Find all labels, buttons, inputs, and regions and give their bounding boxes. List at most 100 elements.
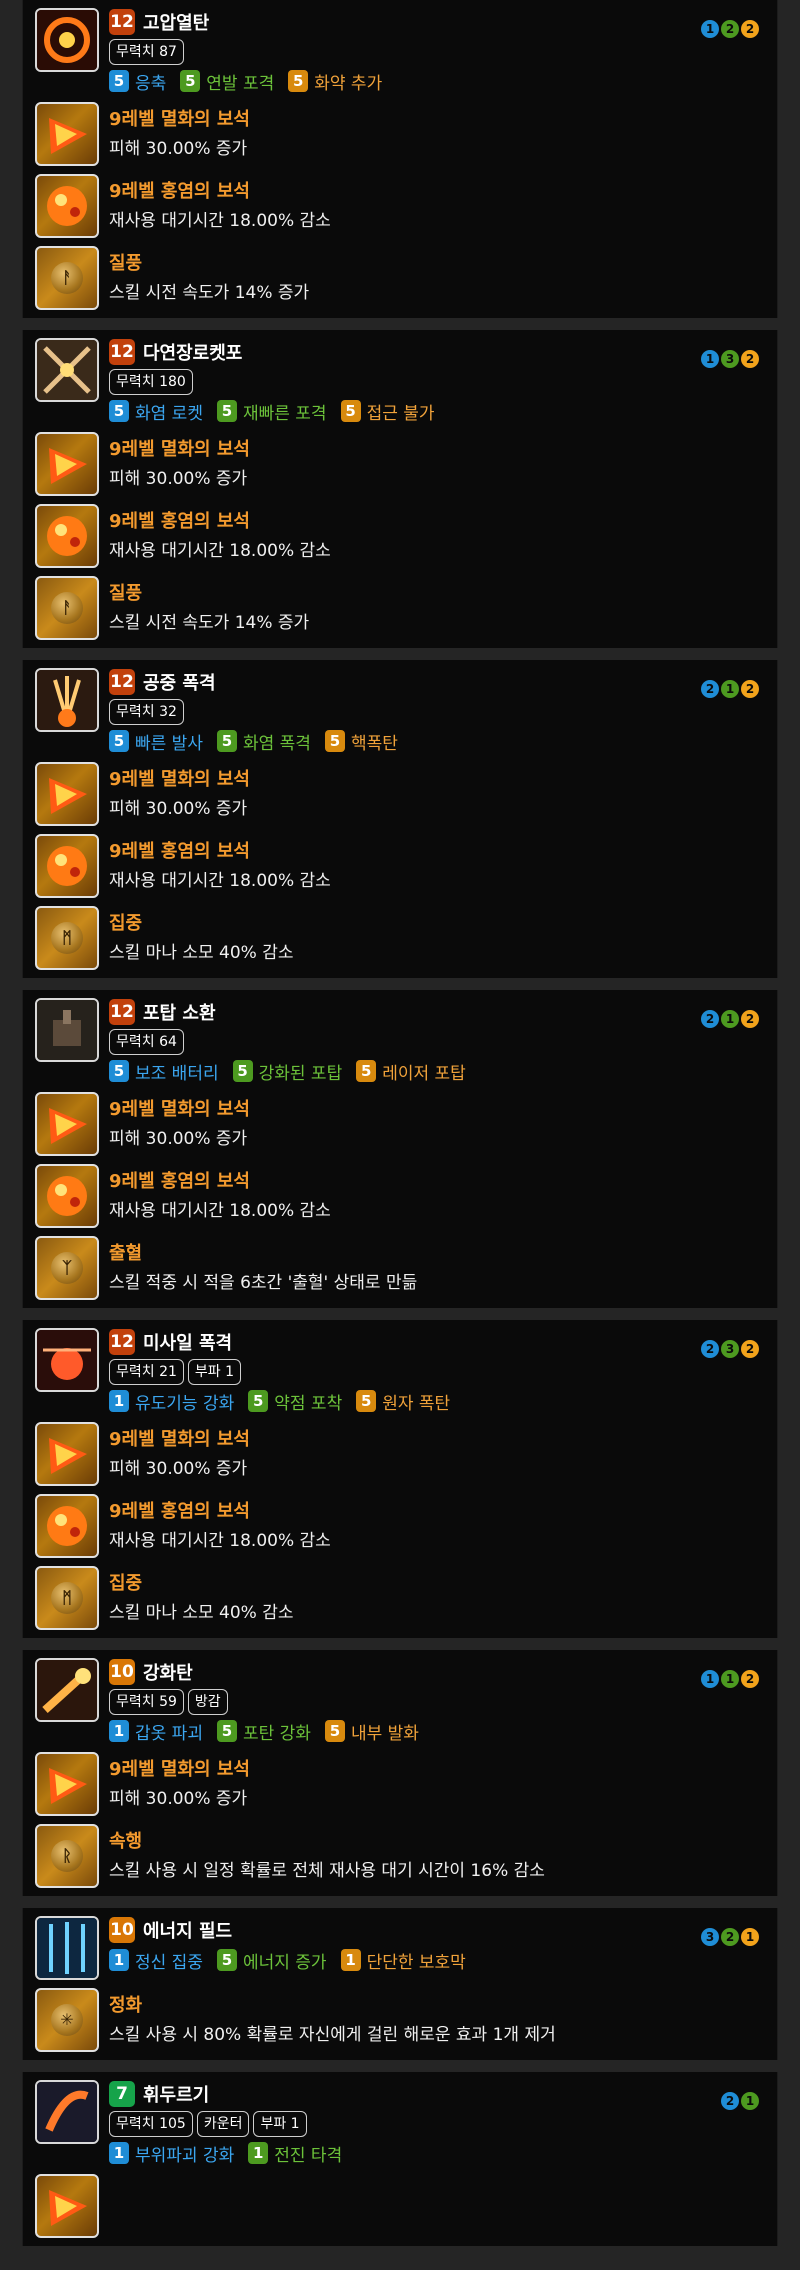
row-text: 집중 스킬 마나 소모 40% 감소 bbox=[109, 909, 765, 967]
row-description: 피해 30.00% 증가 bbox=[109, 1458, 248, 1479]
tripod[interactable]: 5 화염 폭격 bbox=[216, 729, 311, 754]
tripod[interactable]: 1 정신 집중 bbox=[109, 1948, 203, 1973]
tripod[interactable]: 5 원자 폭탄 bbox=[356, 1389, 450, 1414]
skill-card: 12 포탑 소환 무력치 64 5 보조 배터리 5 강화된 포탑 5 레이저 포탑 2 1 2 9레벨… bbox=[22, 990, 778, 1308]
tripod-slot-dot: 1 bbox=[701, 20, 719, 38]
tripod-level: 5 bbox=[340, 400, 361, 422]
row-title: 9레벨 멸화의 보석 bbox=[109, 438, 250, 460]
tripod-slot-dot: 1 bbox=[701, 350, 719, 368]
tripod-slot-dot: 1 bbox=[721, 1670, 739, 1688]
fire-gem-icon[interactable] bbox=[35, 1091, 99, 1156]
tripod[interactable]: 5 응축 bbox=[109, 69, 166, 94]
tripod-name: 부위파괴 강화 bbox=[135, 2145, 235, 2166]
tripod-level: 5 bbox=[216, 730, 237, 752]
rune-icon[interactable]: ᛉ bbox=[35, 1235, 99, 1300]
skill-tags: 무력치 59 방감 bbox=[109, 1689, 765, 1715]
tripod-slot-dot: 2 bbox=[721, 2092, 739, 2110]
tripod[interactable]: 5 레이저 포탑 bbox=[356, 1059, 466, 1084]
tripod[interactable]: 5 포탄 강화 bbox=[216, 1719, 311, 1744]
skill-info: 10 에너지 필드 1 정신 집중 5 에너지 증가 1 단단한 보호막 bbox=[109, 1916, 765, 1980]
tripod-slot-dot: 1 bbox=[721, 1010, 739, 1028]
row-description: 재사용 대기시간 18.00% 감소 bbox=[109, 1530, 331, 1551]
tripod-name: 강화된 포탑 bbox=[258, 1063, 343, 1084]
row-title: 출혈 bbox=[109, 1242, 143, 1264]
tripod-level: 1 bbox=[340, 1949, 361, 1971]
skill-card: 12 고압열탄 무력치 87 5 응축 5 연발 포격 5 화약 추가 1 2 2 9레벨 멸화의 보석… bbox=[22, 0, 778, 318]
red-gem-icon[interactable] bbox=[35, 173, 99, 238]
skill-icon[interactable] bbox=[35, 8, 99, 72]
skill-info: 7 휘두르기 무력치 105 카운터 부파 1 1 부위파괴 강화 1 전진 타격 bbox=[109, 2080, 765, 2166]
skill-name: 다연장로켓포 bbox=[143, 343, 243, 364]
skill-icon[interactable] bbox=[35, 668, 99, 732]
red-gem-icon[interactable] bbox=[35, 833, 99, 898]
tripod-slot-dot: 1 bbox=[721, 680, 739, 698]
gem-row: 9레벨 멸화의 보석 피해 30.00% 증가 bbox=[35, 431, 765, 496]
skill-info: 10 강화탄 무력치 59 방감 1 갑옷 파괴 5 포탄 강화 5 내부 발화 bbox=[109, 1658, 765, 1744]
gem-row: 9레벨 홍염의 보석 재사용 대기시간 18.00% 감소 bbox=[35, 1493, 765, 1558]
tripod-level: 5 bbox=[356, 1060, 377, 1082]
red-gem-icon[interactable] bbox=[35, 1493, 99, 1558]
row-text: 9레벨 홍염의 보석 재사용 대기시간 18.00% 감소 bbox=[109, 507, 765, 565]
rune-icon[interactable]: ᛗ bbox=[35, 1565, 99, 1630]
rune-row: ᛉ 출혈 스킬 적중 시 적을 6초간 '출혈' 상태로 만듦 bbox=[35, 1235, 765, 1300]
skill-icon[interactable] bbox=[35, 1658, 99, 1722]
skill-icon[interactable] bbox=[35, 1328, 99, 1392]
skill-tag: 부파 1 bbox=[253, 2111, 307, 2137]
fire-gem-icon[interactable] bbox=[35, 431, 99, 496]
row-text: 출혈 스킬 적중 시 적을 6초간 '출혈' 상태로 만듦 bbox=[109, 1239, 765, 1297]
tripod[interactable]: 1 부위파괴 강화 bbox=[109, 2141, 234, 2166]
tripod-name: 연발 포격 bbox=[206, 73, 275, 94]
tripod[interactable]: 5 약점 포착 bbox=[248, 1389, 342, 1414]
rune-icon[interactable]: ᚨ bbox=[35, 575, 99, 640]
tripod-name: 응축 bbox=[135, 73, 167, 94]
tripod-level: 5 bbox=[216, 1949, 237, 1971]
tripod[interactable]: 5 재빠른 포격 bbox=[216, 399, 327, 424]
fire-gem-icon[interactable] bbox=[35, 101, 99, 166]
skill-icon[interactable] bbox=[35, 2080, 99, 2144]
tripod[interactable]: 5 강화된 포탑 bbox=[232, 1059, 343, 1084]
tripod[interactable]: 5 화염 로켓 bbox=[109, 399, 203, 424]
rune-icon[interactable]: ᛗ bbox=[35, 905, 99, 970]
tripod[interactable]: 1 갑옷 파괴 bbox=[109, 1719, 203, 1744]
skill-level-badge: 12 bbox=[109, 9, 135, 35]
rune-icon[interactable]: ᚱ bbox=[35, 1823, 99, 1888]
skill-tags: 무력치 87 bbox=[109, 39, 765, 65]
tripod[interactable]: 5 빠른 발사 bbox=[109, 729, 203, 754]
tripod[interactable]: 1 전진 타격 bbox=[248, 2141, 342, 2166]
fire-gem-icon[interactable] bbox=[35, 1751, 99, 1816]
rune-icon[interactable]: ✳ bbox=[35, 1987, 99, 2052]
row-text bbox=[109, 2177, 765, 2235]
rune-icon[interactable]: ᚨ bbox=[35, 245, 99, 310]
tripod[interactable]: 5 내부 발화 bbox=[324, 1719, 419, 1744]
tripod[interactable]: 5 화약 추가 bbox=[288, 69, 382, 94]
skill-icon[interactable] bbox=[35, 998, 99, 1062]
tripod[interactable]: 5 핵폭탄 bbox=[324, 729, 398, 754]
skill-header: 12 미사일 폭격 무력치 21 부파 1 1 유도기능 강화 5 약점 포착 5 원자 폭탄 2 3… bbox=[35, 1328, 765, 1414]
tripod[interactable]: 5 보조 배터리 bbox=[109, 1059, 219, 1084]
tripod-level: 5 bbox=[324, 730, 345, 752]
tripod-list: 5 응축 5 연발 포격 5 화약 추가 bbox=[109, 68, 765, 94]
tripod[interactable]: 1 단단한 보호막 bbox=[340, 1948, 466, 1973]
skill-icon[interactable] bbox=[35, 338, 99, 402]
skill-tags: 무력치 21 부파 1 bbox=[109, 1359, 765, 1385]
tripod[interactable]: 1 유도기능 강화 bbox=[109, 1389, 234, 1414]
fire-gem-icon[interactable] bbox=[35, 1421, 99, 1486]
row-text: 9레벨 홍염의 보석 재사용 대기시간 18.00% 감소 bbox=[109, 177, 765, 235]
tripod[interactable]: 5 접근 불가 bbox=[340, 399, 435, 424]
tripod[interactable]: 5 연발 포격 bbox=[180, 69, 274, 94]
tripod-slot-indicators: 21 bbox=[721, 2092, 759, 2110]
tripod-slot-indicators: 122 bbox=[701, 20, 759, 38]
tripod-slot-dot: 2 bbox=[741, 20, 759, 38]
skill-tag: 카운터 bbox=[196, 2111, 250, 2137]
tripod-name: 화염 로켓 bbox=[135, 403, 203, 424]
tripod-slot-dot: 1 bbox=[741, 1928, 759, 1946]
skill-icon[interactable] bbox=[35, 1916, 99, 1980]
red-gem-icon[interactable] bbox=[35, 503, 99, 568]
skill-info: 12 포탑 소환 무력치 64 5 보조 배터리 5 강화된 포탑 5 레이저 포탑 bbox=[109, 998, 765, 1084]
fire-gem-icon[interactable] bbox=[35, 2173, 99, 2238]
tripod-list: 1 정신 집중 5 에너지 증가 1 단단한 보호막 bbox=[109, 1947, 765, 1973]
tripod-slot-indicators: 232 bbox=[701, 1340, 759, 1358]
fire-gem-icon[interactable] bbox=[35, 761, 99, 826]
red-gem-icon[interactable] bbox=[35, 1163, 99, 1228]
tripod[interactable]: 5 에너지 증가 bbox=[216, 1948, 327, 1973]
